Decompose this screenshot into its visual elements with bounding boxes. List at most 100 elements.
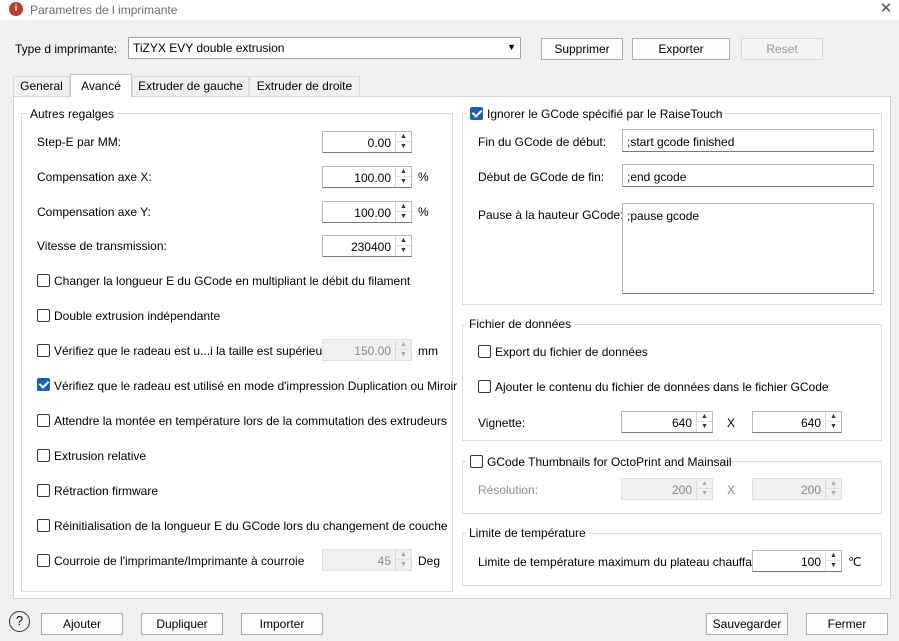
checkbox-ignore-gcode[interactable] (470, 107, 483, 120)
duplicate-button[interactable]: Dupliquer (141, 613, 223, 635)
resolution-width-spinbox[interactable]: 200 ▲ ▼ (621, 478, 713, 500)
octoprint-group-title: GCode Thumbnails for OctoPrint and Mains… (467, 454, 732, 470)
spin-up-icon[interactable]: ▲ (826, 479, 841, 489)
other-settings-title: Autres regalges (27, 107, 118, 121)
spin-up-icon[interactable]: ▲ (396, 132, 411, 142)
checkbox-firmware-retraction[interactable] (37, 484, 50, 497)
spin-down-icon[interactable]: ▼ (396, 212, 411, 222)
app-logo-icon: i (9, 2, 23, 16)
ignore-gcode-label: Ignorer le GCode spécifié par le RaiseTo… (487, 107, 723, 121)
thumbnail-width-spinbox[interactable]: 640 ▲ ▼ (621, 411, 713, 433)
raft-duplication-label: Vérifiez que le radeau est utilisé en mo… (54, 379, 458, 393)
reset-e-length-label: Réinitialisation de la longueur E du GCo… (54, 519, 448, 533)
pause-gcode-textarea[interactable]: ;pause gcode (622, 203, 874, 294)
window-title: Parametres de l imprimante (30, 3, 178, 17)
gcode-group-title: Ignorer le GCode spécifié par le RaiseTo… (468, 106, 722, 122)
resolution-height-spinbox[interactable]: 200 ▲ ▼ (752, 478, 842, 500)
belt-printer-label: Courroie de l'imprimante/Imprimante à co… (54, 554, 305, 568)
baud-value: 230400 (350, 240, 391, 254)
resolution-label: Résolution: (478, 483, 539, 497)
checkbox-reset-e-length[interactable] (37, 519, 50, 532)
close-button[interactable]: Fermer (806, 613, 888, 635)
resolution-x-label: X (727, 483, 736, 497)
thumbnail-x-label: X (727, 416, 736, 430)
resolution-width-value: 200 (671, 483, 692, 497)
spin-up-icon[interactable]: ▲ (396, 236, 411, 246)
checkbox-independent-dual[interactable] (37, 309, 50, 322)
octoprint-label: GCode Thumbnails for OctoPrint and Mains… (487, 455, 732, 469)
chevron-down-icon: ▼ (507, 42, 516, 52)
spin-down-icon[interactable]: ▼ (396, 246, 411, 256)
raft-size-spinbox[interactable]: 150.00 ▲ ▼ (322, 339, 412, 361)
belt-angle-spinbox[interactable]: 45 ▲ ▼ (322, 549, 412, 571)
export-button[interactable]: Exporter (632, 38, 730, 60)
thumbnail-label: Vignette: (478, 416, 526, 430)
save-button[interactable]: Sauvegarder (706, 613, 788, 635)
end-gcode-start-input[interactable]: ;end gcode (622, 164, 874, 187)
spin-down-icon[interactable]: ▼ (697, 489, 712, 499)
thumbnail-height-value: 640 (800, 416, 821, 430)
spin-down-icon[interactable]: ▼ (396, 142, 411, 152)
bed-temp-limit-spinbox[interactable]: 100 ▲ ▼ (752, 550, 842, 572)
spin-up-icon[interactable]: ▲ (396, 202, 411, 212)
pause-gcode-label: Pause à la hauteur GCode: (478, 208, 624, 222)
spin-down-icon[interactable]: ▼ (826, 422, 841, 432)
end-gcode-start-value: ;end gcode (627, 170, 687, 184)
comp-y-spinbox[interactable]: 100.00 ▲ ▼ (322, 201, 412, 223)
multiply-flow-label: Changer la longueur E du GCode en multip… (54, 274, 411, 288)
tab-advanced[interactable]: Avancé (70, 74, 132, 97)
spin-up-icon[interactable]: ▲ (826, 412, 841, 422)
checkbox-raft-size[interactable] (37, 344, 50, 357)
raft-size-unit: mm (418, 344, 438, 358)
spin-up-icon[interactable]: ▲ (826, 551, 841, 561)
spin-down-icon[interactable]: ▼ (396, 350, 411, 360)
spin-up-icon[interactable]: ▲ (396, 550, 411, 560)
start-gcode-end-value: ;start gcode finished (627, 135, 735, 149)
belt-angle-unit: Deg (418, 554, 441, 568)
append-data-label: Ajouter le contenu du fichier de données… (495, 380, 829, 394)
delete-button[interactable]: Supprimer (541, 38, 623, 60)
step-e-value: 0.00 (367, 136, 391, 150)
add-button[interactable]: Ajouter (41, 613, 123, 635)
baud-spinbox[interactable]: 230400 ▲ ▼ (322, 235, 412, 257)
thumbnail-height-spinbox[interactable]: 640 ▲ ▼ (752, 411, 842, 433)
spin-down-icon[interactable]: ▼ (396, 560, 411, 570)
printer-type-value: TiZYX EVY double extrusion (133, 41, 285, 55)
checkbox-belt-printer[interactable] (37, 554, 50, 567)
tab-general[interactable]: General (13, 76, 70, 96)
title-bar: i Parametres de l imprimante ✕ (0, 0, 899, 20)
raft-size-label: Vérifiez que le radeau est u...i la tail… (54, 344, 343, 358)
thumbnail-width-value: 640 (671, 416, 692, 430)
import-button[interactable]: Importer (241, 613, 323, 635)
checkbox-append-data[interactable] (478, 380, 491, 393)
spin-down-icon[interactable]: ▼ (826, 489, 841, 499)
checkbox-wait-temp[interactable] (37, 414, 50, 427)
baud-label: Vitesse de transmission: (37, 239, 167, 253)
start-gcode-end-input[interactable]: ;start gcode finished (622, 129, 874, 152)
tab-left-extruder[interactable]: Extruder de gauche (132, 76, 249, 96)
checkbox-multiply-flow[interactable] (37, 274, 50, 287)
help-icon[interactable]: ? (9, 611, 30, 632)
bed-temp-limit-label: Limite de température maximum du plateau… (478, 555, 766, 569)
close-icon[interactable]: ✕ (876, 0, 896, 18)
spin-down-icon[interactable]: ▼ (826, 561, 841, 571)
comp-x-spinbox[interactable]: 100.00 ▲ ▼ (322, 166, 412, 188)
checkbox-export-data[interactable] (478, 345, 491, 358)
spin-up-icon[interactable]: ▲ (697, 479, 712, 489)
printer-type-select[interactable]: TiZYX EVY double extrusion ▼ (128, 37, 521, 59)
firmware-retraction-label: Rétraction firmware (54, 484, 159, 498)
belt-angle-value: 45 (377, 554, 391, 568)
step-e-spinbox[interactable]: 0.00 ▲ ▼ (322, 131, 412, 153)
bed-temp-limit-value: 100 (800, 555, 821, 569)
checkbox-octoprint-thumbnails[interactable] (470, 455, 483, 468)
spin-up-icon[interactable]: ▲ (396, 167, 411, 177)
spin-down-icon[interactable]: ▼ (396, 177, 411, 187)
spin-down-icon[interactable]: ▼ (697, 422, 712, 432)
reset-button[interactable]: Reset (741, 38, 823, 60)
independent-dual-label: Double extrusion indépendante (54, 309, 221, 323)
checkbox-relative-extrusion[interactable] (37, 449, 50, 462)
spin-up-icon[interactable]: ▲ (697, 412, 712, 422)
spin-up-icon[interactable]: ▲ (396, 340, 411, 350)
checkbox-raft-duplication[interactable] (37, 378, 50, 391)
tab-right-extruder[interactable]: Extruder de droite (249, 76, 360, 96)
